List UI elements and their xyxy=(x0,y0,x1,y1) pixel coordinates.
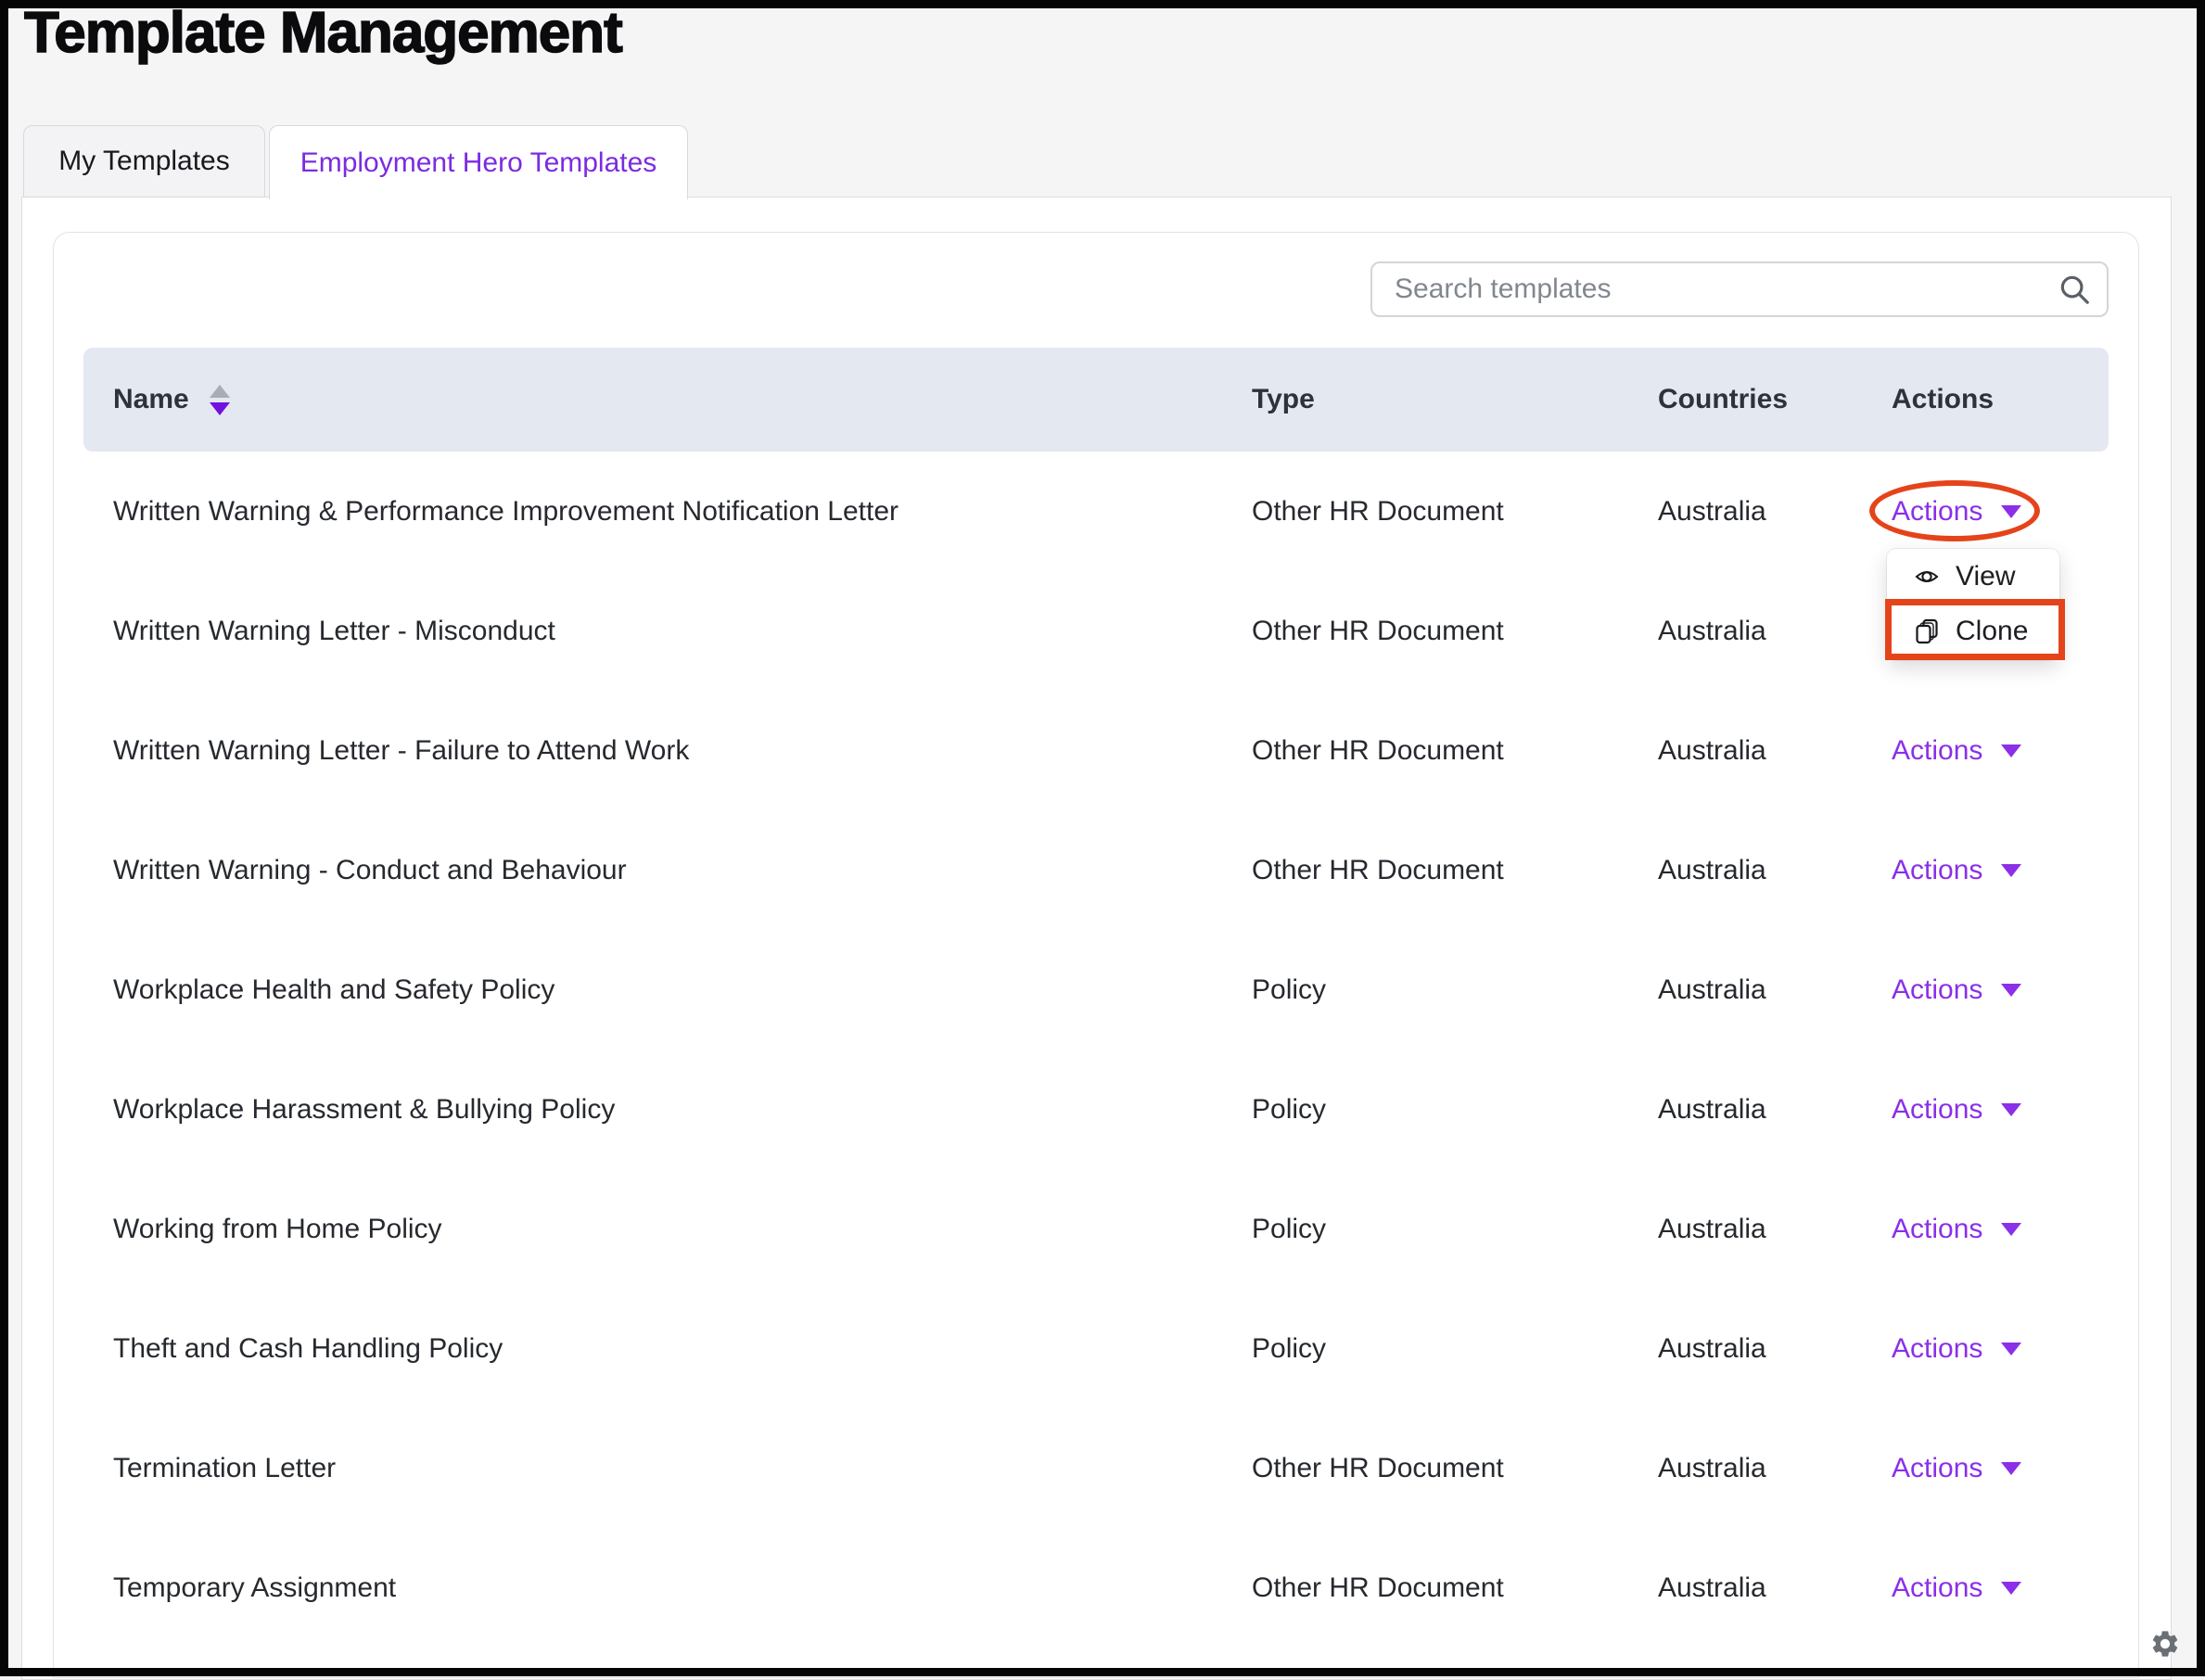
template-name-cell: Written Warning - Conduct and Behaviour xyxy=(113,855,627,886)
table-row: Written Warning Letter - Failure to Atte… xyxy=(83,691,2109,810)
table-row: Working from Home Policy Policy Australi… xyxy=(83,1169,2109,1289)
actions-dropdown-button[interactable]: Actions xyxy=(1892,496,2021,528)
actions-button-label: Actions xyxy=(1892,735,1982,767)
template-type-cell: Other HR Document xyxy=(1252,496,1504,528)
template-type-cell: Other HR Document xyxy=(1252,1572,1504,1604)
tab-my-templates-label: My Templates xyxy=(58,146,230,177)
actions-dropdown-button[interactable]: Actions xyxy=(1892,1094,2021,1126)
template-type-cell: Policy xyxy=(1252,1333,1326,1365)
chevron-down-icon xyxy=(2001,1223,2021,1236)
actions-button-label: Actions xyxy=(1892,1214,1982,1245)
template-type-cell: Other HR Document xyxy=(1252,855,1504,886)
template-countries-cell: Australia xyxy=(1658,1333,1766,1365)
actions-button-label: Actions xyxy=(1892,855,1982,886)
template-name-cell: Termination Letter xyxy=(113,1453,336,1484)
actions-dropdown-button[interactable]: Actions xyxy=(1892,855,2021,886)
table-row: Written Warning - Conduct and Behaviour … xyxy=(83,810,2109,930)
table-row: Termination Letter Other HR Document Aus… xyxy=(83,1408,2109,1528)
actions-button-label: Actions xyxy=(1892,974,1982,1006)
template-countries-cell: Australia xyxy=(1658,1572,1766,1604)
template-countries-cell: Australia xyxy=(1658,1453,1766,1484)
page-title: Template Management xyxy=(24,0,622,66)
actions-dropdown-button[interactable]: Actions xyxy=(1892,735,2021,767)
column-header-name-label: Name xyxy=(113,384,189,415)
actions-dropdown-button[interactable]: Actions xyxy=(1892,974,2021,1006)
template-type-cell: Other HR Document xyxy=(1252,616,1504,647)
template-name-cell: Written Warning Letter - Failure to Atte… xyxy=(113,735,689,767)
actions-button-label: Actions xyxy=(1892,1333,1982,1365)
chevron-down-icon xyxy=(2001,505,2021,518)
chevron-down-icon xyxy=(2001,1582,2021,1595)
sort-descending-icon xyxy=(210,402,230,415)
template-name-cell: Working from Home Policy xyxy=(113,1214,442,1245)
template-type-cell: Policy xyxy=(1252,1094,1326,1126)
chevron-down-icon xyxy=(2001,1103,2021,1116)
menu-item-view-label: View xyxy=(1956,561,2015,592)
template-countries-cell: Australia xyxy=(1658,1214,1766,1245)
search-input[interactable] xyxy=(1372,274,2057,305)
chevron-down-icon xyxy=(2001,1462,2021,1475)
actions-button-label: Actions xyxy=(1892,1572,1982,1604)
tab-employment-hero-templates-label: Employment Hero Templates xyxy=(300,147,657,179)
sort-ascending-icon xyxy=(210,385,230,398)
column-header-actions: Actions xyxy=(1892,384,1994,415)
template-name-cell: Written Warning Letter - Misconduct xyxy=(113,616,555,647)
template-countries-cell: Australia xyxy=(1658,1094,1766,1126)
template-type-cell: Policy xyxy=(1252,1214,1326,1245)
actions-dropdown-button[interactable]: Actions xyxy=(1892,1333,2021,1365)
template-type-cell: Other HR Document xyxy=(1252,735,1504,767)
template-name-cell: Temporary Assignment xyxy=(113,1572,396,1604)
template-name-cell: Written Warning & Performance Improvemen… xyxy=(113,496,899,528)
table-header: Name Type Countries Actions xyxy=(83,348,2109,452)
table-body: Written Warning & Performance Improvemen… xyxy=(83,452,2109,1648)
actions-dropdown-button[interactable]: Actions xyxy=(1892,1572,2021,1604)
table-row: Workplace Health and Safety Policy Polic… xyxy=(83,930,2109,1050)
sort-up-down-icon[interactable] xyxy=(210,385,230,415)
table-row: Theft and Cash Handling Policy Policy Au… xyxy=(83,1289,2109,1408)
template-countries-cell: Australia xyxy=(1658,735,1766,767)
clone-icon xyxy=(1915,618,1939,644)
table-row: Written Warning & Performance Improvemen… xyxy=(83,452,2109,571)
search-templates-box xyxy=(1370,261,2109,317)
table-row: Temporary Assignment Other HR Document A… xyxy=(83,1528,2109,1648)
chevron-down-icon xyxy=(2001,1343,2021,1355)
search-icon xyxy=(2057,272,2092,307)
template-type-cell: Policy xyxy=(1252,974,1326,1006)
template-countries-cell: Australia xyxy=(1658,496,1766,528)
menu-item-clone[interactable]: Clone xyxy=(1887,604,2059,658)
actions-button-label: Actions xyxy=(1892,1453,1982,1484)
template-countries-cell: Australia xyxy=(1658,616,1766,647)
gear-icon[interactable] xyxy=(2149,1628,2181,1660)
menu-item-view[interactable]: View xyxy=(1887,549,2059,604)
chevron-down-icon xyxy=(2001,864,2021,877)
chevron-down-icon xyxy=(2001,745,2021,757)
table-row: Workplace Harassment & Bullying Policy P… xyxy=(83,1050,2109,1169)
chevron-down-icon xyxy=(2001,984,2021,997)
tab-my-templates[interactable]: My Templates xyxy=(23,125,265,197)
template-countries-cell: Australia xyxy=(1658,974,1766,1006)
template-name-cell: Workplace Harassment & Bullying Policy xyxy=(113,1094,615,1126)
actions-button-label: Actions xyxy=(1892,1094,1982,1126)
template-type-cell: Other HR Document xyxy=(1252,1453,1504,1484)
actions-button-label: Actions xyxy=(1892,496,1982,528)
template-name-cell: Workplace Health and Safety Policy xyxy=(113,974,554,1006)
template-name-cell: Theft and Cash Handling Policy xyxy=(113,1333,503,1365)
column-header-countries: Countries xyxy=(1658,384,1788,415)
actions-dropdown-menu: View Clone xyxy=(1887,549,2059,660)
column-header-type: Type xyxy=(1252,384,1315,415)
eye-icon xyxy=(1915,566,1939,587)
actions-dropdown-button[interactable]: Actions xyxy=(1892,1453,2021,1484)
column-header-name: Name xyxy=(113,384,230,415)
table-row: Written Warning Letter - Misconduct Othe… xyxy=(83,571,2109,691)
actions-dropdown-button[interactable]: Actions xyxy=(1892,1214,2021,1245)
menu-item-clone-label: Clone xyxy=(1956,616,2028,647)
template-countries-cell: Australia xyxy=(1658,855,1766,886)
tab-employment-hero-templates[interactable]: Employment Hero Templates xyxy=(269,125,688,199)
